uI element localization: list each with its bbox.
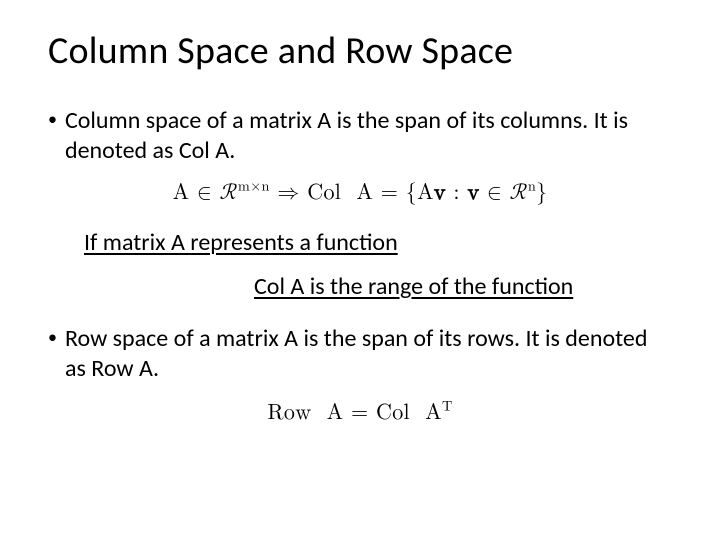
bullet-dot-icon: • <box>48 324 65 384</box>
callout-range-conclusion: Col A is the range of the function <box>254 272 672 302</box>
bullet-item-colspace: • Column space of a matrix A is the span… <box>48 106 672 166</box>
bullet-dot-icon: • <box>48 106 65 166</box>
bullet-text: Row space of a matrix A is the span of i… <box>65 324 672 384</box>
bullet-item-rowspace: • Row space of a matrix A is the span of… <box>48 324 672 384</box>
slide: Column Space and Row Space • Column spac… <box>0 0 720 427</box>
slide-title: Column Space and Row Space <box>48 28 672 74</box>
bullet-list: • Column space of a matrix A is the span… <box>48 106 672 427</box>
callout-function-premise: If matrix A represents a function <box>84 228 672 258</box>
formula-rowspace: Row A = Col AT <box>48 400 672 428</box>
bullet-text: Column space of a matrix A is the span o… <box>65 106 672 166</box>
formula-colspace: A ∈ ℛm×n ⇒ Col A = {Av : v ∈ ℛn} <box>48 180 672 208</box>
